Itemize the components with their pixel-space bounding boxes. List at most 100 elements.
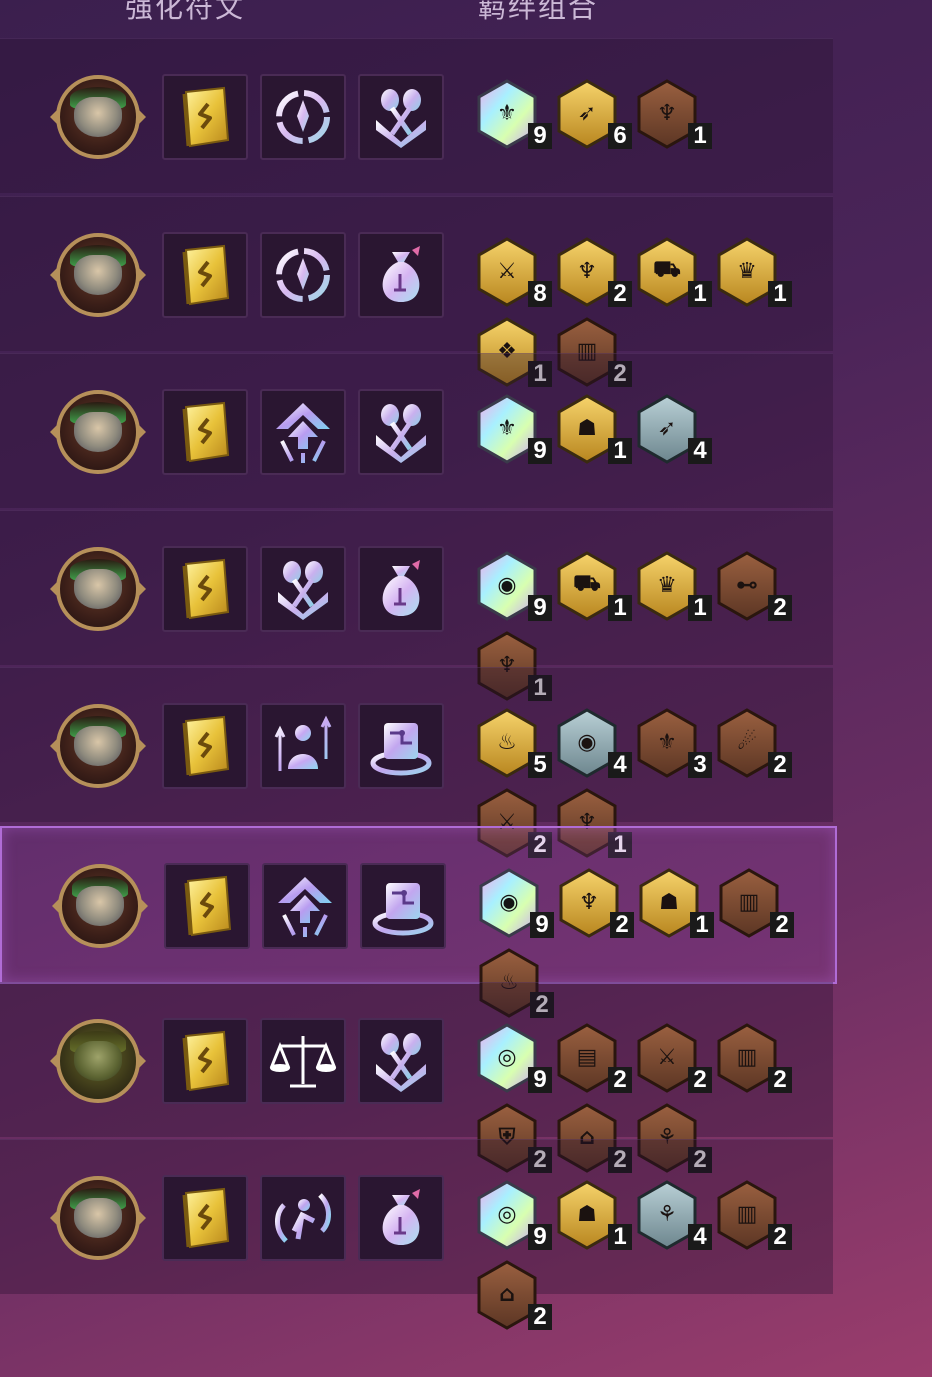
book-icon[interactable] [162, 1018, 248, 1104]
trait-count: 1 [608, 1224, 632, 1250]
flame-icon: ♨ [497, 729, 517, 755]
beast-icon: ♆ [657, 100, 677, 126]
queen-icon: ♛ [657, 572, 677, 598]
book-icon[interactable] [162, 703, 248, 789]
trait-eye-icon[interactable]: ◉ 9 [478, 868, 554, 938]
trait-count: 4 [688, 1224, 712, 1250]
champion-avatar[interactable] [52, 860, 148, 952]
money-bag-icon[interactable] [358, 232, 444, 318]
comp-row[interactable]: ◎ 9 ▤ 2 ⚔ 2 ▥ 2 ⛨ 2 ⌂ 2 ⚘ 2 [0, 982, 833, 1173]
comp-row[interactable]: ◉ 9 ⛟ 1 ♛ 1 ⊷ 2 ♆ 1 [0, 510, 833, 701]
trait-count: 4 [608, 752, 632, 778]
eye-icon: ◉ [497, 572, 517, 598]
book-icon[interactable] [162, 546, 248, 632]
trait-count: 1 [608, 438, 632, 464]
book-icon[interactable] [162, 232, 248, 318]
trait-pillars-icon[interactable]: ▥ 2 [716, 1180, 792, 1250]
pillars-icon: ▥ [736, 1201, 758, 1227]
trait-cannon-icon[interactable]: ⛟ 1 [556, 551, 632, 621]
trait-book-icon[interactable]: ▤ 2 [556, 1023, 632, 1093]
champion-avatar[interactable] [50, 1172, 146, 1264]
trait-count: 1 [688, 281, 712, 307]
trait-claw-icon[interactable]: ⚜ 9 [476, 394, 552, 464]
comp-row[interactable]: ♨ 5 ◉ 4 ⚜ 3 ☄ 2 ⚔ 2 ♆ 1 [0, 667, 833, 858]
champion-avatar[interactable] [50, 386, 146, 478]
arrow-up-icon[interactable] [262, 863, 348, 949]
dumbbell-icon: ⊷ [736, 572, 758, 598]
trait-mask-icon[interactable]: ☗ 1 [638, 868, 714, 938]
comet-icon: ☄ [737, 729, 757, 755]
trait-pillars-icon[interactable]: ▥ 2 [716, 1023, 792, 1093]
trait-flame-icon[interactable]: ♨ 5 [476, 708, 552, 778]
trait-claw-icon[interactable]: ⚜ 3 [636, 708, 712, 778]
trait-count: 2 [528, 1304, 552, 1330]
book-icon[interactable] [162, 1175, 248, 1261]
trait-beast-icon[interactable]: ♆ 2 [558, 868, 634, 938]
trait-arch-icon[interactable]: ⌂ 2 [476, 1260, 552, 1330]
person-arrows-icon[interactable] [260, 703, 346, 789]
mask-icon: ☗ [659, 889, 679, 915]
trait-comet-icon[interactable]: ☄ 2 [716, 708, 792, 778]
trait-eye-icon[interactable]: ◉ 4 [556, 708, 632, 778]
crossed-tools-icon[interactable] [260, 546, 346, 632]
champion-avatar[interactable] [50, 543, 146, 635]
trait-cannon-icon[interactable]: ⛟ 1 [636, 237, 712, 307]
trait-claw-icon[interactable]: ⚜ 9 [476, 79, 552, 149]
arrow-up-icon[interactable] [260, 389, 346, 475]
hat-chip-icon[interactable] [360, 863, 446, 949]
claw-icon: ⚜ [497, 100, 517, 126]
ring-sigil-icon[interactable] [260, 232, 346, 318]
comp-row[interactable]: ⚜ 9 ➶ 6 ♆ 1 [0, 38, 833, 193]
trait-mask-icon[interactable]: ☗ 1 [556, 1180, 632, 1250]
trait-dumbbell-icon[interactable]: ⊷ 2 [716, 551, 792, 621]
trait-blade-icon[interactable]: ⚔ 8 [476, 237, 552, 307]
crossed-tools-icon[interactable] [358, 74, 444, 160]
trait-beast-icon[interactable]: ♆ 1 [636, 79, 712, 149]
scales-icon[interactable] [260, 1018, 346, 1104]
comp-row[interactable]: ⚔ 8 ♆ 2 ⛟ 1 ♛ 1 ❖ 1 ▥ 2 [0, 196, 833, 387]
trait-swirl-icon[interactable]: ◎ 9 [476, 1180, 552, 1250]
hat-chip-icon[interactable] [358, 703, 444, 789]
champion-avatar[interactable] [50, 700, 146, 792]
beast-icon: ♆ [577, 258, 597, 284]
crossed-tools-icon[interactable] [358, 389, 444, 475]
trait-beast-icon[interactable]: ♆ 2 [556, 237, 632, 307]
trait-count: 5 [528, 752, 552, 778]
champion-avatar[interactable] [50, 1015, 146, 1107]
comp-row[interactable]: ◉ 9 ♆ 2 ☗ 1 ▥ 2 ♨ 2 [0, 826, 837, 1018]
feather-icon: ➶ [577, 100, 597, 126]
money-bag-icon[interactable] [358, 546, 444, 632]
feather-icon: ➶ [657, 415, 677, 441]
trait-count: 2 [768, 752, 792, 778]
money-bag-icon[interactable] [358, 1175, 444, 1261]
trait-queen-icon[interactable]: ♛ 1 [636, 551, 712, 621]
trait-blade-icon[interactable]: ⚔ 2 [636, 1023, 712, 1093]
trait-eye-icon[interactable]: ◉ 9 [476, 551, 552, 621]
trait-antlers-icon[interactable]: ⚘ 4 [636, 1180, 712, 1250]
book-icon[interactable] [164, 863, 250, 949]
trait-count: 9 [528, 1224, 552, 1250]
trait-count: 6 [608, 123, 632, 149]
trait-swirl-icon[interactable]: ◎ 9 [476, 1023, 552, 1093]
pillars-icon: ▥ [738, 889, 760, 915]
trait-count: 9 [528, 1067, 552, 1093]
dash-cycle-icon[interactable] [260, 1175, 346, 1261]
crossed-tools-icon[interactable] [358, 1018, 444, 1104]
eye-icon: ◉ [577, 729, 597, 755]
antlers-icon: ⚘ [657, 1201, 677, 1227]
trait-feather-icon[interactable]: ➶ 4 [636, 394, 712, 464]
comp-row[interactable]: ◎ 9 ☗ 1 ⚘ 4 ▥ 2 ⌂ 2 [0, 1139, 833, 1330]
book-icon[interactable] [162, 74, 248, 160]
champion-avatar[interactable] [50, 229, 146, 321]
champion-avatar[interactable] [50, 71, 146, 163]
comp-row[interactable]: ⚜ 9 ☗ 1 ➶ 4 [0, 353, 833, 508]
trait-feather-icon[interactable]: ➶ 6 [556, 79, 632, 149]
trait-mask-icon[interactable]: ☗ 1 [556, 394, 632, 464]
trait-pillars-icon[interactable]: ▥ 2 [718, 868, 794, 938]
trait-count: 8 [528, 281, 552, 307]
book-icon: ▤ [576, 1044, 598, 1070]
blade-icon: ⚔ [657, 1044, 677, 1070]
ring-sigil-icon[interactable] [260, 74, 346, 160]
book-icon[interactable] [162, 389, 248, 475]
trait-queen-icon[interactable]: ♛ 1 [716, 237, 792, 307]
